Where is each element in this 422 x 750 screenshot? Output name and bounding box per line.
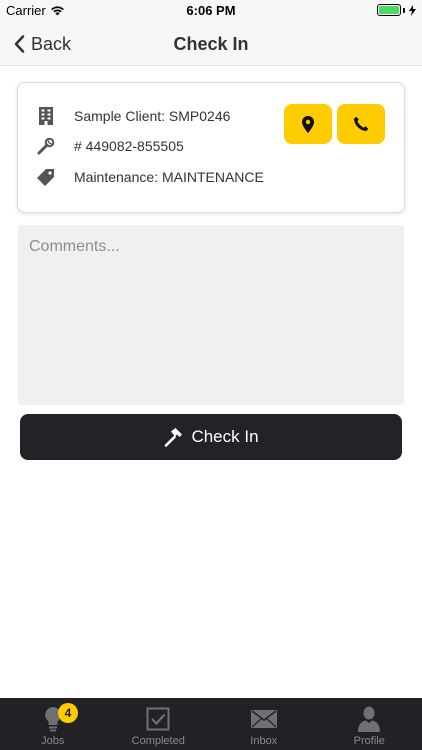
navigation-bar: Back Check In	[0, 22, 422, 66]
tab-completed[interactable]: Completed	[106, 698, 212, 750]
charging-bolt-icon	[409, 4, 416, 16]
comments-input[interactable]	[18, 225, 404, 405]
jobs-count-badge: 4	[58, 703, 78, 723]
map-pin-icon	[302, 115, 314, 133]
clock: 6:06 PM	[186, 3, 236, 18]
back-label: Back	[31, 33, 72, 54]
wrench-icon	[36, 136, 56, 156]
tab-label: Completed	[131, 735, 185, 747]
map-location-button[interactable]	[284, 104, 332, 144]
tab-inbox[interactable]: Inbox	[211, 698, 317, 750]
job-type-row: Maintenance: MAINTENANCE	[36, 166, 264, 188]
tag-icon	[36, 167, 56, 187]
person-icon	[358, 705, 381, 733]
job-number: # 449082-855505	[74, 138, 184, 154]
tab-label: Jobs	[41, 735, 65, 747]
chevron-left-icon	[14, 35, 25, 53]
battery-icon	[377, 4, 416, 16]
tab-label: Profile	[353, 735, 385, 747]
building-icon	[36, 106, 56, 126]
checkbox-icon	[146, 705, 170, 733]
tab-label: Inbox	[250, 735, 278, 747]
job-number-row: # 449082-855505	[36, 135, 184, 157]
client-row: Sample Client: SMP0246	[36, 105, 230, 127]
call-button[interactable]	[337, 104, 385, 144]
tab-jobs[interactable]: Jobs 4	[0, 698, 106, 750]
tab-profile[interactable]: Profile	[317, 698, 422, 750]
check-in-button[interactable]: Check In	[20, 414, 402, 460]
job-type: Maintenance: MAINTENANCE	[74, 169, 264, 185]
job-info-card: Sample Client: SMP0246 # 449082-855505 M…	[17, 82, 405, 213]
status-bar: Carrier 6:06 PM	[0, 0, 422, 22]
envelope-icon	[250, 705, 277, 733]
check-in-label: Check In	[191, 427, 259, 446]
hammer-icon	[165, 428, 183, 447]
phone-icon	[354, 116, 369, 131]
back-button[interactable]: Back	[14, 22, 71, 66]
client-name: Sample Client: SMP0246	[74, 108, 231, 124]
tab-bar: Jobs 4 Completed Inbox Profile	[0, 698, 422, 750]
